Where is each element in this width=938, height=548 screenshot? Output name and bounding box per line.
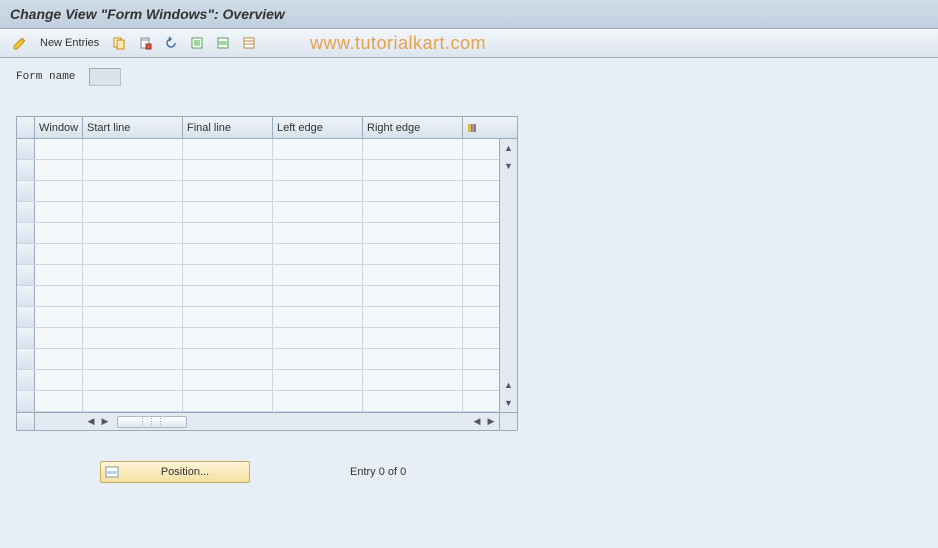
table-row[interactable] [17, 307, 499, 328]
scroll-down-icon[interactable]: ▼ [502, 396, 516, 410]
col-right-edge[interactable]: Right edge [363, 117, 463, 138]
table-row[interactable] [17, 244, 499, 265]
vertical-scrollbar[interactable]: ▲ ▼ ▲ ▼ [499, 139, 517, 412]
delete-icon[interactable] [135, 33, 155, 53]
entry-status: Entry 0 of 0 [350, 466, 406, 478]
row-selector[interactable] [17, 328, 35, 348]
scroll-up-icon[interactable]: ▲ [502, 378, 516, 392]
table-config-icon[interactable] [463, 117, 481, 138]
row-selector[interactable] [17, 181, 35, 201]
undo-icon[interactable] [161, 33, 181, 53]
table-row[interactable] [17, 349, 499, 370]
row-selector[interactable] [17, 244, 35, 264]
scroll-right-icon[interactable]: ▶ [485, 416, 497, 428]
table-row[interactable] [17, 202, 499, 223]
col-left-edge[interactable]: Left edge [273, 117, 363, 138]
row-selector[interactable] [17, 139, 35, 159]
page-title: Change View "Form Windows": Overview [0, 0, 938, 29]
select-all-column[interactable] [17, 117, 35, 138]
form-name-label: Form name [16, 71, 75, 83]
table-row[interactable] [17, 160, 499, 181]
row-selector[interactable] [17, 265, 35, 285]
watermark: www.tutorialkart.com [310, 33, 486, 54]
form-name-field[interactable] [89, 68, 121, 86]
col-start-line[interactable]: Start line [83, 117, 183, 138]
table-rows [17, 139, 499, 412]
position-button-label: Position... [125, 466, 245, 478]
copy-icon[interactable] [109, 33, 129, 53]
deselect-all-icon[interactable] [239, 33, 259, 53]
select-all-icon[interactable] [187, 33, 207, 53]
table-row[interactable] [17, 181, 499, 202]
table-row[interactable] [17, 265, 499, 286]
row-selector[interactable] [17, 286, 35, 306]
table-row[interactable] [17, 391, 499, 412]
table-row[interactable] [17, 328, 499, 349]
scroll-left-icon[interactable]: ◀ [471, 416, 483, 428]
scroll-left-icon[interactable]: ◀ [85, 416, 97, 428]
position-button[interactable]: Position... [100, 461, 250, 483]
table-container: Window Start line Final line Left edge R… [16, 116, 518, 431]
row-selector[interactable] [17, 160, 35, 180]
table-header: Window Start line Final line Left edge R… [17, 117, 517, 139]
scroll-up-icon[interactable]: ▲ [502, 141, 516, 155]
row-selector[interactable] [17, 202, 35, 222]
col-final-line[interactable]: Final line [183, 117, 273, 138]
table-row[interactable] [17, 286, 499, 307]
scroll-thumb[interactable]: ⋮⋮⋮ [117, 416, 187, 428]
new-entries-button[interactable]: New Entries [36, 33, 103, 53]
horizontal-scrollbar[interactable]: ◀ ▶ ⋮⋮⋮ ◀ ▶ [17, 412, 517, 430]
table-row[interactable] [17, 223, 499, 244]
col-window[interactable]: Window [35, 117, 83, 138]
row-selector[interactable] [17, 307, 35, 327]
table-body: ▲ ▼ ▲ ▼ [17, 139, 517, 412]
toolbar: New Entries www.tutorialkart.com [0, 29, 938, 58]
row-selector[interactable] [17, 223, 35, 243]
select-block-icon[interactable] [213, 33, 233, 53]
row-selector[interactable] [17, 349, 35, 369]
position-icon [105, 465, 119, 479]
footer: Position... Entry 0 of 0 [100, 461, 938, 483]
scroll-down-icon[interactable]: ▼ [502, 159, 516, 173]
table-row[interactable] [17, 139, 499, 160]
row-selector[interactable] [17, 391, 35, 411]
scroll-right-icon[interactable]: ▶ [99, 416, 111, 428]
row-selector[interactable] [17, 370, 35, 390]
form-area: Form name [0, 58, 938, 106]
table-row[interactable] [17, 370, 499, 391]
change-icon[interactable] [10, 33, 30, 53]
